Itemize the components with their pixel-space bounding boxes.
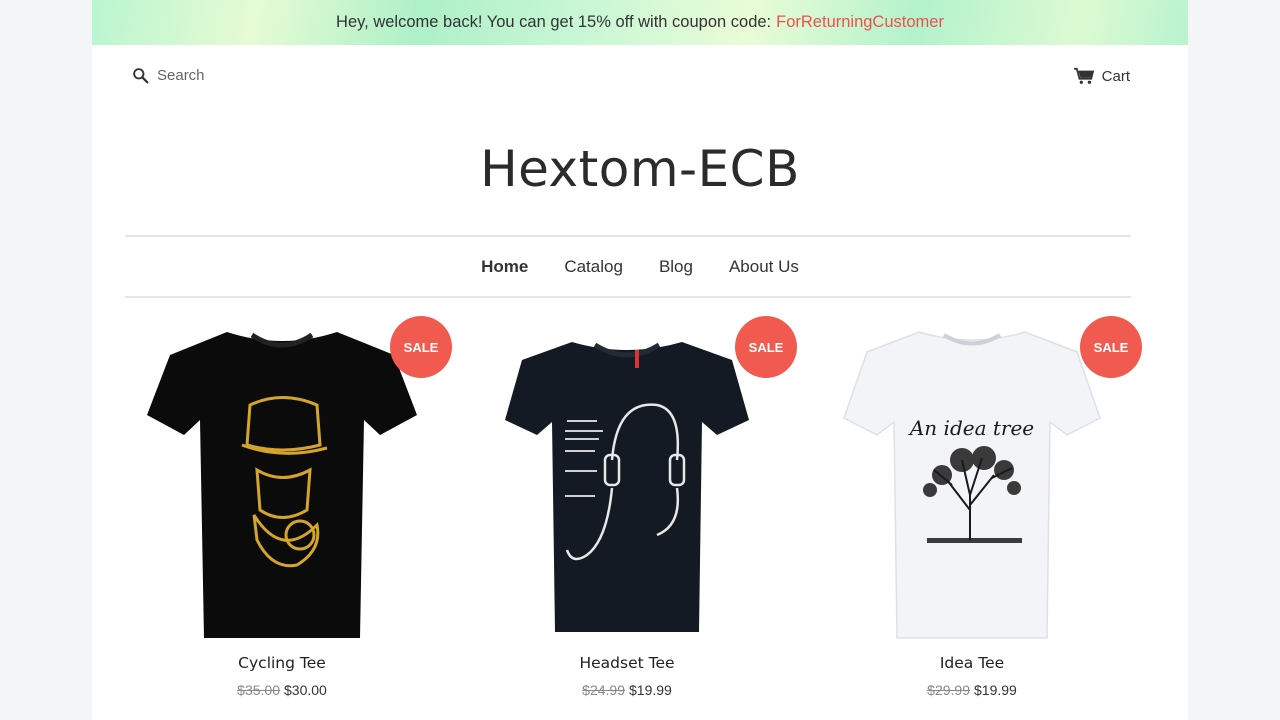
nav-divider-top	[125, 235, 1131, 237]
product-price: $35.00 $30.00	[132, 682, 432, 698]
store-logo[interactable]: Hextom-ECB	[92, 140, 1188, 198]
sale-price: $19.99	[629, 682, 672, 698]
product-price: $29.99 $19.99	[822, 682, 1122, 698]
product-name[interactable]: Idea Tee	[822, 654, 1122, 672]
search-icon	[133, 68, 149, 84]
product-price: $24.99 $19.99	[477, 682, 777, 698]
cart-link[interactable]: Cart	[1073, 67, 1130, 85]
original-price: $29.99	[927, 682, 970, 698]
search-link[interactable]: Search	[132, 67, 205, 84]
cart-label: Cart	[1101, 67, 1130, 85]
sale-price: $30.00	[284, 682, 327, 698]
product-card[interactable]: SALE Headset Tee $24.99 $19.99	[477, 310, 797, 698]
svg-text:An idea tree: An idea tree	[908, 416, 1034, 440]
header-bar: Search Cart	[92, 45, 1188, 109]
nav-blog[interactable]: Blog	[659, 257, 693, 277]
cart-icon	[1073, 67, 1094, 84]
sale-badge: SALE	[735, 316, 797, 378]
nav-divider-bottom	[125, 296, 1131, 298]
original-price: $35.00	[237, 682, 280, 698]
product-card[interactable]: An idea tree SALE Idea Tee $29.99 $19.99	[822, 310, 1142, 698]
nav-about-us[interactable]: About Us	[729, 257, 799, 277]
coupon-code: ForReturningCustomer	[776, 13, 944, 31]
announcement-bar: Hey, welcome back! You can get 15% off w…	[92, 0, 1188, 45]
product-image[interactable]: An idea tree SALE	[822, 310, 1142, 640]
product-name[interactable]: Headset Tee	[477, 654, 777, 672]
sale-badge: SALE	[390, 316, 452, 378]
announcement-text: Hey, welcome back! You can get 15% off w…	[336, 13, 772, 31]
storefront-page: Hey, welcome back! You can get 15% off w…	[92, 0, 1188, 720]
nav-catalog[interactable]: Catalog	[564, 257, 623, 277]
product-name[interactable]: Cycling Tee	[132, 654, 432, 672]
nav-home[interactable]: Home	[481, 257, 528, 277]
original-price: $24.99	[582, 682, 625, 698]
product-image[interactable]: SALE	[477, 310, 797, 640]
search-label: Search	[157, 67, 205, 84]
product-card[interactable]: SALE Cycling Tee $35.00 $30.00	[132, 310, 452, 698]
product-image[interactable]: SALE	[132, 310, 452, 640]
main-nav: Home Catalog Blog About Us	[92, 238, 1188, 296]
sale-badge: SALE	[1080, 316, 1142, 378]
sale-price: $19.99	[974, 682, 1017, 698]
